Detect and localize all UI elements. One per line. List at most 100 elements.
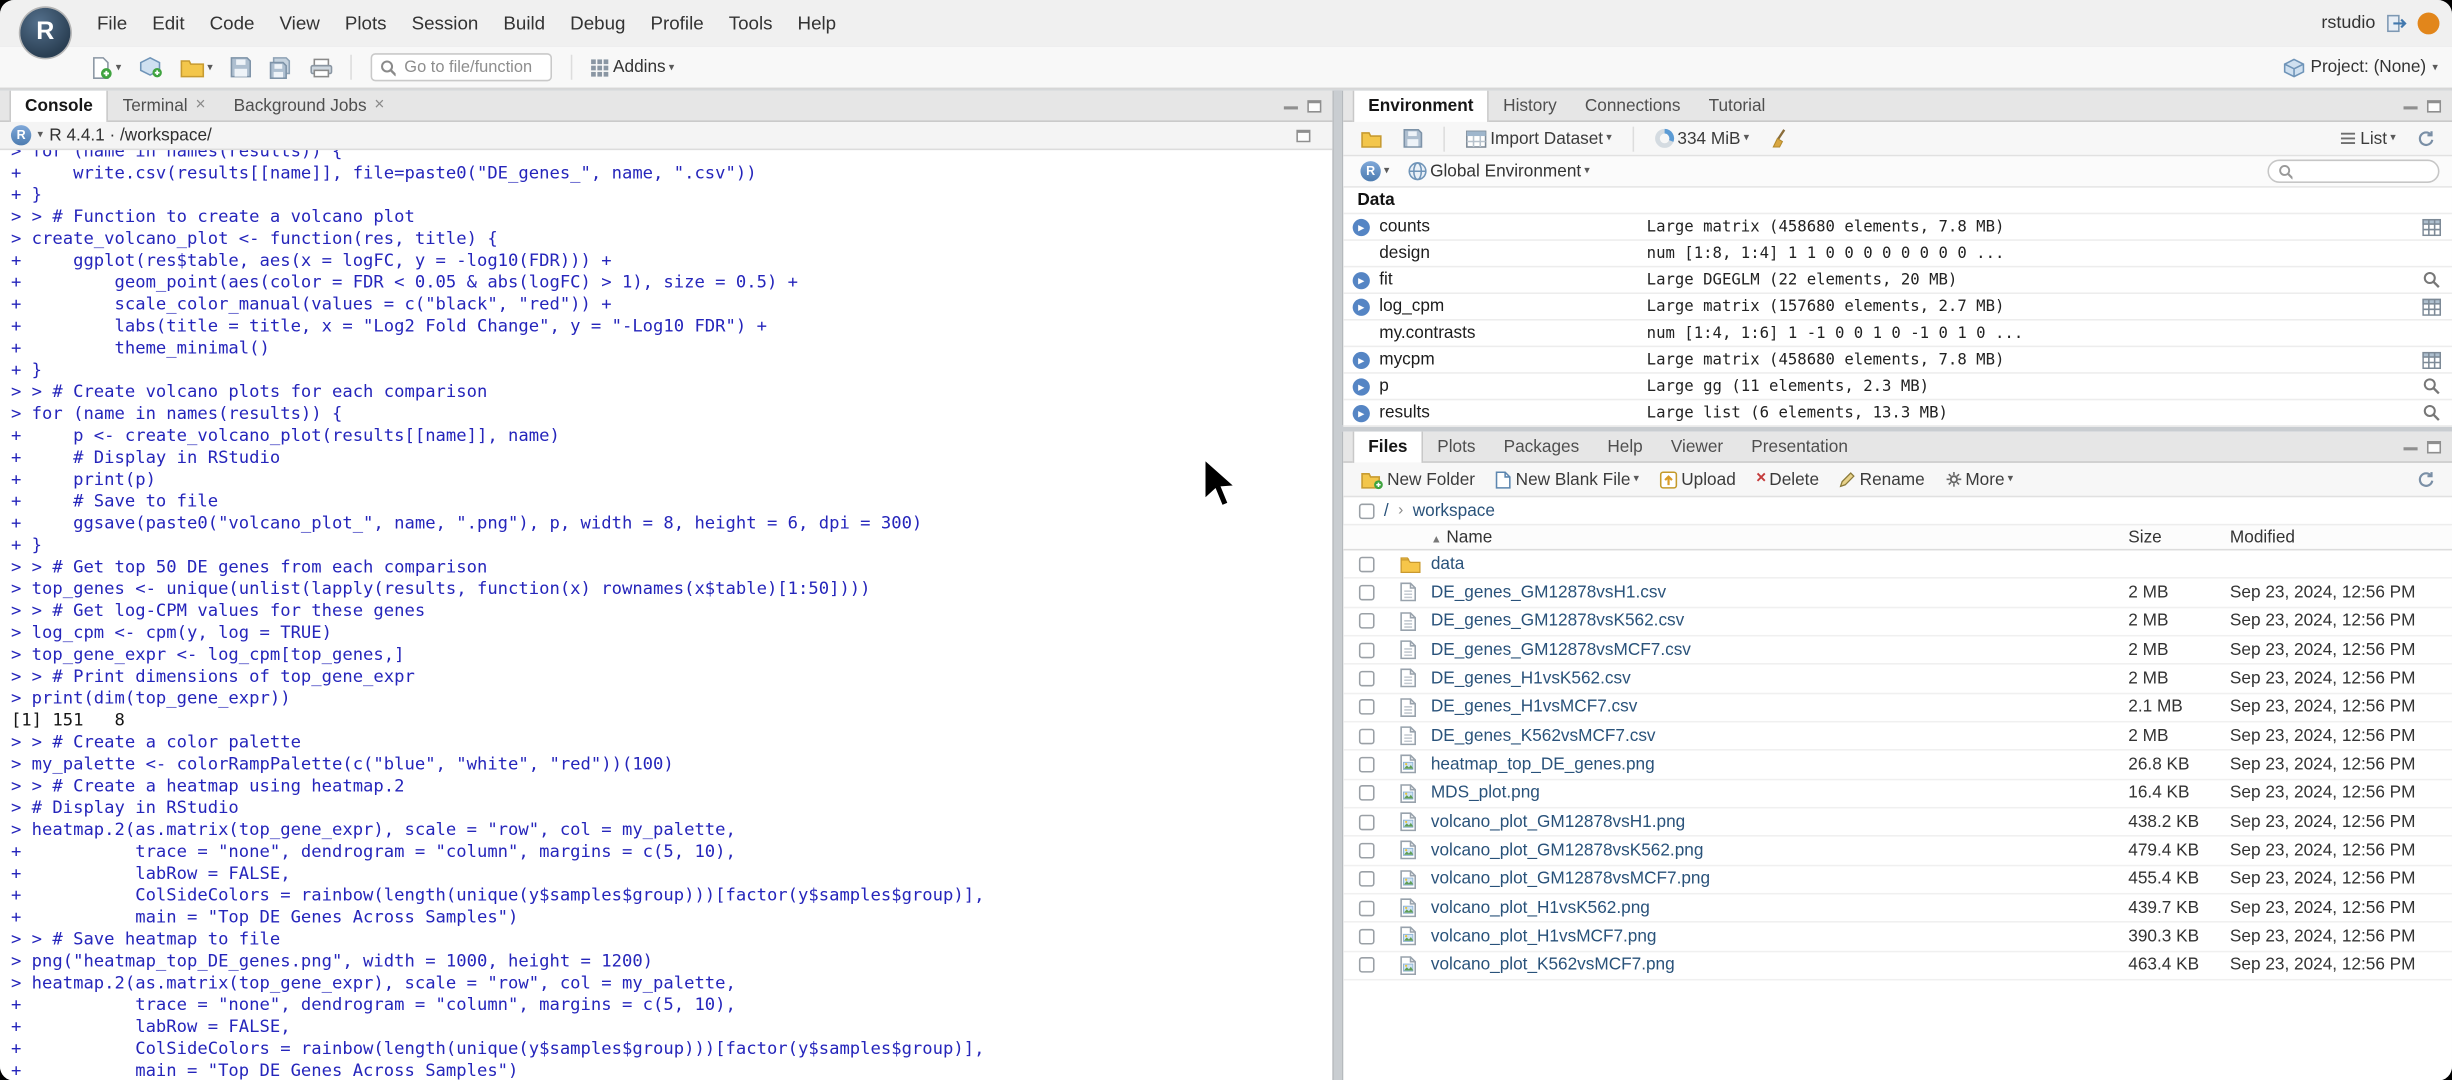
menu-file[interactable]: File <box>84 0 139 47</box>
file-name[interactable]: heatmap_top_DE_genes.png <box>1431 755 2128 774</box>
language-selector[interactable]: R ▾ <box>1356 158 1394 185</box>
console-output[interactable]: > for (name in names(results)) {+ write.… <box>0 150 1332 1080</box>
menu-code[interactable]: Code <box>197 0 267 47</box>
chevron-down-icon[interactable]: ▾ <box>38 130 43 141</box>
new-folder-button[interactable]: New Folder <box>1356 467 1480 492</box>
tab-terminal[interactable]: Terminal × <box>109 91 220 121</box>
menu-build[interactable]: Build <box>491 0 558 47</box>
upload-button[interactable]: Upload <box>1655 467 1741 492</box>
project-menu-button[interactable]: Project: (None) ▾ <box>2282 57 2452 77</box>
expand-icon[interactable]: ▸ <box>1352 218 1370 236</box>
env-object-my-contrasts[interactable]: my.contrasts num [1:4, 1:6] 1 -1 0 0 1 0 … <box>1343 321 2452 348</box>
tab-console[interactable]: Console <box>9 90 109 122</box>
close-icon[interactable]: × <box>195 96 205 114</box>
memory-usage-indicator[interactable]: 334 MiB ▾ <box>1649 125 1754 152</box>
import-dataset-button[interactable]: Import Dataset ▾ <box>1461 126 1617 151</box>
file-checkbox[interactable] <box>1358 756 1375 773</box>
file-checkbox[interactable] <box>1358 613 1375 630</box>
new-blank-file-button[interactable]: New Blank File ▾ <box>1491 467 1644 492</box>
maximize-pane-icon[interactable] <box>2426 440 2442 453</box>
show-in-new-window-icon[interactable] <box>1296 129 1311 142</box>
delete-button[interactable]: × Delete <box>1751 467 1823 492</box>
goto-file-input[interactable] <box>401 56 543 79</box>
clear-objects-button[interactable] <box>1765 125 1795 152</box>
menu-help[interactable]: Help <box>785 0 849 47</box>
menu-debug[interactable]: Debug <box>558 0 638 47</box>
sign-out-icon[interactable] <box>2386 14 2407 33</box>
tab-files[interactable]: Files <box>1352 431 1424 463</box>
avatar[interactable] <box>2417 12 2440 35</box>
inspect-icon[interactable] <box>2411 403 2452 422</box>
file-checkbox[interactable] <box>1358 871 1375 888</box>
save-button[interactable] <box>225 53 256 81</box>
file-checkbox[interactable] <box>1358 785 1375 802</box>
maximize-pane-icon[interactable] <box>2426 99 2442 112</box>
file-name[interactable]: DE_genes_GM12878vsH1.csv <box>1431 583 2128 602</box>
menu-view[interactable]: View <box>267 0 332 47</box>
file-name[interactable]: DE_genes_H1vsK562.csv <box>1431 669 2128 688</box>
table-view-icon[interactable] <box>2411 297 2452 316</box>
environment-search-input[interactable] <box>2298 161 2429 182</box>
environment-search[interactable] <box>2267 159 2440 183</box>
file-name[interactable]: volcano_plot_GM12878vsMCF7.png <box>1431 870 2128 889</box>
new-project-button[interactable] <box>134 53 167 81</box>
tab-packages[interactable]: Packages <box>1490 432 1594 462</box>
file-checkbox[interactable] <box>1358 842 1375 859</box>
env-object-results[interactable]: ▸ results Large list (6 elements, 13.3 MB) <box>1343 400 2452 427</box>
file-checkbox[interactable] <box>1358 957 1375 974</box>
menu-tools[interactable]: Tools <box>716 0 785 47</box>
file-checkbox[interactable] <box>1358 670 1375 687</box>
menu-edit[interactable]: Edit <box>140 0 197 47</box>
refresh-files-button[interactable] <box>2411 467 2439 492</box>
expand-icon[interactable]: ▸ <box>1352 351 1370 369</box>
minimize-pane-icon[interactable] <box>2403 102 2418 110</box>
env-object-fit[interactable]: ▸ fit Large DGEGLM (22 elements, 20 MB) <box>1343 267 2452 294</box>
inspect-icon[interactable] <box>2411 377 2452 396</box>
expand-icon[interactable]: ▸ <box>1352 297 1370 316</box>
tab-plots[interactable]: Plots <box>1423 432 1489 462</box>
environment-view-mode-button[interactable]: List ▾ <box>2335 126 2400 151</box>
print-button[interactable] <box>305 54 338 81</box>
goto-file-search[interactable] <box>370 53 553 82</box>
more-button[interactable]: More ▾ <box>1940 467 2018 492</box>
file-name[interactable]: DE_genes_GM12878vsMCF7.csv <box>1431 641 2128 660</box>
file-name[interactable]: DE_genes_GM12878vsK562.csv <box>1431 612 2128 631</box>
file-checkbox[interactable] <box>1358 699 1375 716</box>
tab-background-jobs[interactable]: Background Jobs × <box>220 91 399 121</box>
file-name[interactable]: volcano_plot_GM12878vsH1.png <box>1431 813 2128 832</box>
file-name[interactable]: volcano_plot_H1vsK562.png <box>1431 899 2128 918</box>
expand-icon[interactable]: ▸ <box>1352 404 1370 422</box>
breadcrumb-folder[interactable]: workspace <box>1413 501 1495 520</box>
table-view-icon[interactable] <box>2411 351 2452 369</box>
menu-session[interactable]: Session <box>399 0 491 47</box>
save-workspace-button[interactable] <box>1398 125 1428 152</box>
tab-help[interactable]: Help <box>1593 432 1657 462</box>
env-object-mycpm[interactable]: ▸ mycpm Large matrix (458680 elements, 7.8… <box>1343 347 2452 374</box>
env-object-design[interactable]: design num [1:8, 1:4] 1 1 0 0 0 0 0 0 0 0… <box>1343 241 2452 268</box>
minimize-pane-icon[interactable] <box>1283 102 1298 110</box>
tab-environment[interactable]: Environment <box>1352 90 1490 122</box>
file-checkbox[interactable] <box>1358 814 1375 830</box>
column-header-name[interactable]: ▲ Name <box>1431 528 2128 547</box>
menu-plots[interactable]: Plots <box>332 0 399 47</box>
file-name[interactable]: data <box>1431 555 2128 574</box>
addins-button[interactable]: Addins ▾ <box>585 54 679 81</box>
open-file-button[interactable]: ▾ <box>174 54 217 81</box>
new-file-button[interactable]: ▾ <box>84 52 125 82</box>
menu-profile[interactable]: Profile <box>638 0 716 47</box>
env-object-counts[interactable]: ▸ counts Large matrix (458680 elements, 7.… <box>1343 214 2452 241</box>
tab-history[interactable]: History <box>1489 91 1571 121</box>
column-header-size[interactable]: Size <box>2128 528 2230 547</box>
tab-presentation[interactable]: Presentation <box>1737 432 1862 462</box>
maximize-pane-icon[interactable] <box>1307 99 1322 112</box>
file-name[interactable]: DE_genes_H1vsMCF7.csv <box>1431 698 2128 717</box>
file-checkbox[interactable] <box>1358 642 1375 658</box>
tab-viewer[interactable]: Viewer <box>1657 432 1737 462</box>
file-name[interactable]: volcano_plot_H1vsMCF7.png <box>1431 927 2128 946</box>
table-view-icon[interactable] <box>2411 218 2452 236</box>
column-header-modified[interactable]: Modified <box>2230 528 2452 547</box>
save-all-button[interactable] <box>264 52 297 82</box>
expand-icon[interactable]: ▸ <box>1352 377 1370 395</box>
file-name[interactable]: DE_genes_K562vsMCF7.csv <box>1431 727 2128 746</box>
file-checkbox[interactable] <box>1358 728 1375 744</box>
